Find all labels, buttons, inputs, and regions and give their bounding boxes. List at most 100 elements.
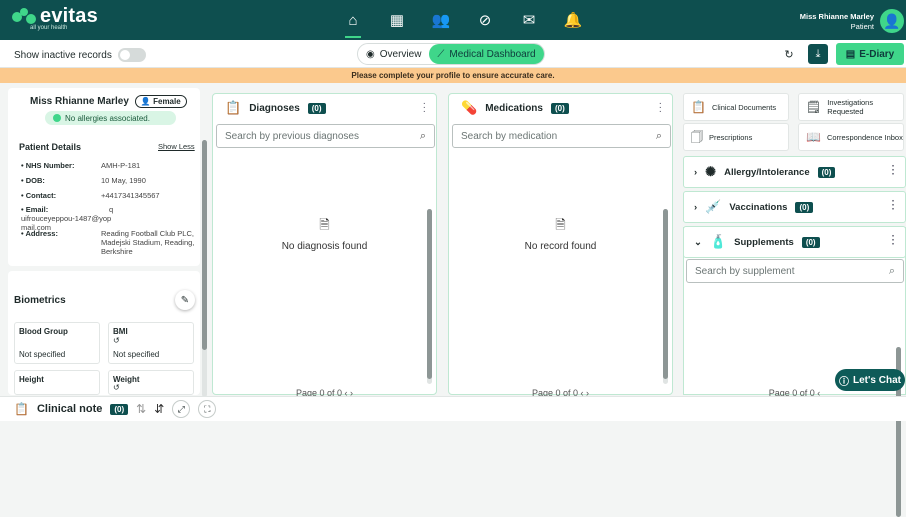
gender-label: Female: [153, 97, 181, 106]
top-navbar: evitas all your health ⌂ ▦ 👥 ⊘ ✉ 🔔 Miss …: [0, 0, 906, 40]
biometrics-title: Biometrics: [14, 295, 66, 306]
search-icon[interactable]: ⌕: [656, 130, 662, 143]
kebab-menu-icon[interactable]: · · ·: [423, 99, 426, 117]
allergy-status-text: No allergies associated.: [65, 113, 150, 123]
chat-button[interactable]: ⓘ Let's Chat: [835, 369, 905, 391]
detail-row-contact: • Contact: +4417341345567: [21, 191, 160, 200]
clipboard-icon: 📋: [225, 100, 242, 115]
biometrics-card: Biometrics ✎ Blood Group Not specified B…: [8, 271, 200, 395]
sort-desc-icon[interactable]: ⇵: [154, 402, 164, 416]
supplement-icon: 🧴: [709, 234, 727, 249]
bell-icon[interactable]: 🔔: [560, 8, 586, 32]
gender-badge: 👤 Female: [134, 95, 187, 108]
history-icon[interactable]: ↺: [113, 384, 189, 392]
history-icon[interactable]: ↺: [113, 336, 189, 345]
kebab-menu-icon[interactable]: · · ·: [892, 197, 895, 215]
accordion-allergy[interactable]: › ✺ Allergy/Intolerance (0) · · ·: [683, 156, 906, 188]
medications-count: (0): [550, 102, 569, 114]
empty-file-icon: 🗎: [319, 217, 330, 232]
edit-icon[interactable]: ✎: [175, 290, 195, 310]
accordion-count: (0): [817, 166, 836, 178]
left-scrollbar[interactable]: [202, 140, 207, 397]
syringe-icon: 💉: [705, 199, 722, 214]
diagnoses-search-input[interactable]: Search by previous diagnoses ⌕: [216, 124, 435, 148]
medications-panel: 💊 Medications (0) · · · Search by medicati…: [448, 93, 673, 398]
search-icon[interactable]: ⌕: [889, 265, 895, 278]
right-column: 📋 Clinical Documents 🗒 Investigations Re…: [683, 93, 906, 517]
sort-asc-icon[interactable]: ⇅: [136, 402, 146, 416]
quick-link-investigations[interactable]: 🗒 Investigations Requested: [798, 93, 904, 121]
prescription-icon: 🗍: [691, 129, 703, 144]
detail-value: Reading Football Club PLC, Madejski Stad…: [101, 229, 195, 256]
quick-link-label: Prescriptions: [709, 132, 753, 142]
user-info[interactable]: Miss Rhianne Marley Patient: [800, 12, 874, 32]
empty-text: No record found: [524, 241, 597, 252]
fullscreen-icon[interactable]: ⛶: [198, 400, 217, 418]
inactive-records-toggle-group: Show inactive records: [14, 48, 146, 62]
inactive-records-label: Show inactive records: [14, 49, 112, 61]
profile-banner: Please complete your profile to ensure a…: [0, 68, 906, 83]
diagnoses-scrollbar[interactable]: [427, 209, 432, 384]
ediary-button[interactable]: ▤ E-Diary: [836, 43, 904, 65]
kebab-menu-icon[interactable]: · · ·: [892, 232, 895, 250]
home-icon[interactable]: ⌂: [340, 8, 366, 38]
user-role: Patient: [850, 22, 874, 31]
people-icon[interactable]: 👥: [428, 8, 454, 32]
download-icon[interactable]: ⤓: [808, 44, 828, 64]
main-nav: ⌂ ▦ 👥 ⊘ ✉ 🔔: [340, 8, 586, 38]
tab-overview[interactable]: ◉ Overview: [358, 44, 429, 64]
avatar[interactable]: 👤: [880, 9, 904, 33]
biometric-label: Weight: [113, 375, 140, 384]
patient-card: Miss Rhianne Marley 👤 Female No allergie…: [8, 88, 200, 266]
biometric-label: Height: [19, 375, 44, 384]
chevron-right-icon: ›: [694, 166, 698, 178]
detail-value: 10 May, 1990: [101, 176, 146, 185]
link-icon[interactable]: ⊘: [472, 8, 498, 32]
kebab-menu-icon[interactable]: · · ·: [659, 99, 662, 117]
detail-label: Address:: [25, 229, 58, 238]
mail-icon[interactable]: ✉: [516, 8, 542, 32]
accordion-title: Vaccinations: [729, 201, 788, 213]
biometric-blood-group: Blood Group Not specified: [14, 322, 100, 364]
accordion-vaccinations[interactable]: › 💉 Vaccinations (0) · · ·: [683, 191, 906, 223]
accordion-title: Supplements: [734, 236, 794, 248]
empty-text: No diagnosis found: [281, 241, 368, 252]
logo-mark-icon: [12, 6, 36, 26]
search-placeholder: Search by medication: [461, 131, 558, 142]
tab-medical-dashboard[interactable]: ⟋ Medical Dashboard: [429, 44, 544, 64]
brand-logo[interactable]: evitas: [12, 6, 98, 26]
patient-details-title: Patient Details: [19, 142, 82, 152]
quick-link-correspondence[interactable]: 📖 Correspondence Inbox: [798, 123, 904, 151]
left-column: Miss Rhianne Marley 👤 Female No allergie…: [8, 88, 208, 397]
accordion-supplements[interactable]: ⌄ 🧴 Supplements (0) · · ·: [683, 226, 906, 258]
clinical-note-label: Clinical note: [36, 403, 103, 415]
chevron-right-icon: ›: [694, 201, 698, 213]
brand-tagline: all your health: [30, 25, 68, 31]
quick-link-prescriptions[interactable]: 🗍 Prescriptions: [683, 123, 789, 151]
ediary-label: E-Diary: [859, 48, 895, 60]
refresh-icon[interactable]: ↻: [779, 44, 799, 64]
diagnoses-title: Diagnoses: [249, 102, 300, 114]
biometric-weight: Weight ↺: [108, 370, 194, 395]
search-icon[interactable]: ⌕: [420, 130, 426, 143]
medications-title: Medications: [485, 102, 543, 114]
diagnoses-panel: 📋 Diagnoses (0) · · · Search by previous d…: [212, 93, 437, 398]
allergy-status-badge: No allergies associated.: [45, 111, 176, 125]
kebab-menu-icon[interactable]: · · ·: [892, 162, 895, 180]
biometric-height: Height: [14, 370, 100, 395]
supplements-search-input[interactable]: Search by supplement ⌕: [686, 259, 904, 283]
user-name: Miss Rhianne Marley: [799, 12, 874, 21]
show-less-link[interactable]: Show Less: [158, 142, 195, 151]
search-doc-icon: 🗒: [806, 99, 822, 114]
diagnoses-count: (0): [307, 102, 326, 114]
quick-link-label: Clinical Documents: [711, 102, 777, 112]
quick-link-clinical-documents[interactable]: 📋 Clinical Documents: [683, 93, 789, 121]
calendar-icon[interactable]: ▦: [384, 8, 410, 32]
biometric-value: Not specified: [19, 350, 66, 359]
tab-medical-dashboard-label: Medical Dashboard: [449, 48, 536, 60]
inactive-records-toggle[interactable]: [117, 48, 146, 62]
expand-icon[interactable]: ⤢: [172, 400, 191, 418]
medications-search-input[interactable]: Search by medication ⌕: [452, 124, 671, 148]
medications-scrollbar[interactable]: [663, 209, 668, 384]
detail-label: Contact:: [25, 191, 57, 200]
